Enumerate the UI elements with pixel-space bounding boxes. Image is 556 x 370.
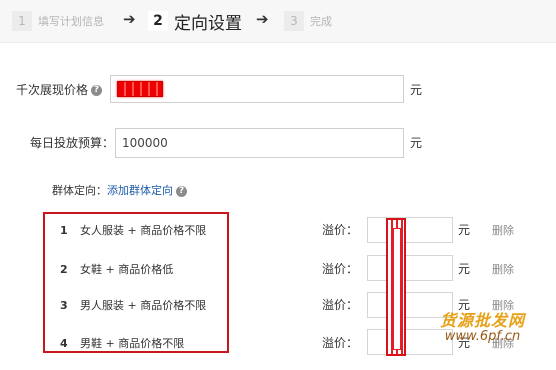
step-2-number: 2 [148,11,168,31]
arrow-right-icon: ➔ [256,10,269,28]
arrow-right-icon: ➔ [123,10,136,28]
step-1-label: 填写计划信息 [38,15,104,28]
cpm-price-label: 千次展现价格 [16,83,89,97]
target-row-1: 1 女人服装 + 商品价格不限 [60,222,206,238]
target-row-2: 2 女鞋 + 商品价格低 [60,261,173,277]
target-label: 男鞋 + 商品价格不限 [80,337,185,350]
target-row-4: 4 男鞋 + 商品价格不限 [60,335,184,351]
premium-label: 溢价： [322,223,359,237]
target-number: 3 [60,299,68,312]
group-targeting-label: 群体定向： [52,184,107,197]
step-1-number: 1 [12,11,32,31]
help-icon[interactable]: ? [91,85,103,96]
step-3: 3 完成 [284,8,332,34]
target-number: 2 [60,263,68,276]
step-3-number: 3 [284,11,304,31]
cpm-price-input[interactable] [110,75,404,103]
step-1: 1 填写计划信息 [12,8,104,34]
delete-target-1-link[interactable]: 删除 [492,222,514,238]
daily-budget-input[interactable]: 100000 [115,128,404,158]
premium-input-1[interactable] [367,217,453,243]
premium-label: 溢价： [322,298,359,312]
daily-budget-unit: 元 [410,136,423,150]
step-3-label: 完成 [310,15,332,28]
group-targeting: 群体定向：添加群体定向? [52,182,187,198]
cpm-price-label-wrap: 千次展现价格? [16,81,103,98]
target-number: 1 [60,224,68,237]
premium-unit: 元 [458,262,471,276]
premium-input-2[interactable] [367,255,453,281]
step-2-label: 定向设置 [174,13,242,34]
daily-budget-label: 每日投放预算： [30,136,115,150]
add-group-targeting-link[interactable]: 添加群体定向 [107,184,173,197]
premium-unit: 元 [458,223,471,237]
watermark-line2: www.6pf.cn [444,329,521,345]
target-number: 4 [60,337,68,350]
target-label: 男人服装 + 商品价格不限 [80,299,207,312]
target-label: 女鞋 + 商品价格低 [80,263,174,276]
target-row-3: 3 男人服装 + 商品价格不限 [60,297,206,313]
premium-label: 溢价： [322,262,359,276]
premium-label: 溢价： [322,336,359,350]
help-icon[interactable]: ? [176,185,187,197]
delete-target-2-link[interactable]: 删除 [492,261,514,277]
redaction-mark [117,81,163,97]
redaction-mark [386,218,406,356]
watermark: 货源批发网 www.6pf.cn [440,311,526,345]
step-2: 2 定向设置 [148,8,242,34]
target-label: 女人服装 + 商品价格不限 [80,224,207,237]
watermark-line1: 货源批发网 [440,311,526,330]
step-indicator: 1 填写计划信息 ➔ 2 定向设置 ➔ 3 完成 [0,0,556,43]
daily-budget-value: 100000 [122,136,168,150]
cpm-price-unit: 元 [410,83,423,97]
